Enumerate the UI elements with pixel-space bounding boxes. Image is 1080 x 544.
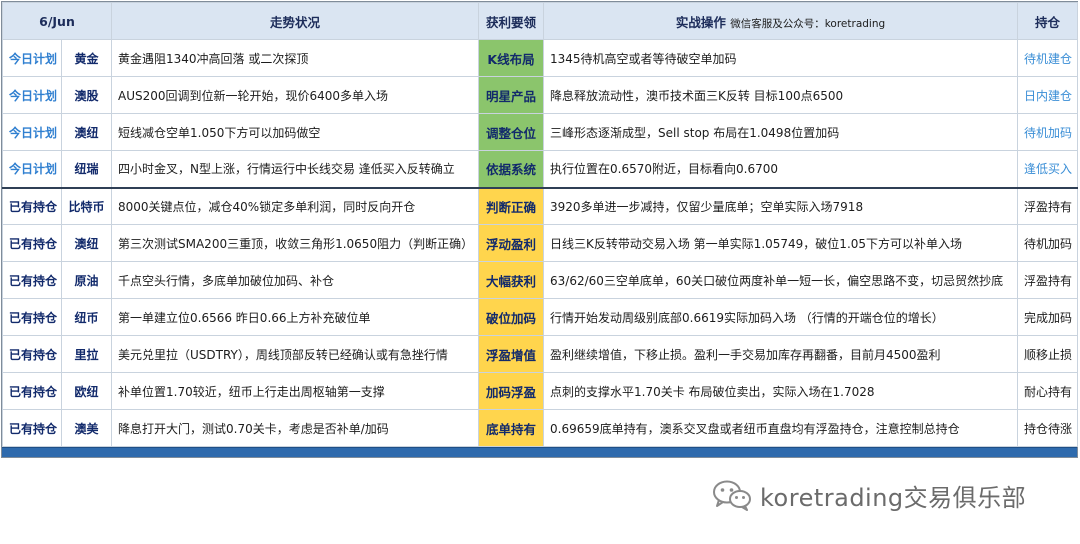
table-row: 已有持仓 欧纽 补单位置1.70较近，纽币上行走出周枢轴第一支撑 加码浮盈 点刺的支撑水… xyxy=(2,372,1078,410)
row-asset: 纽币 xyxy=(61,298,112,336)
row-asset: 澳纽 xyxy=(61,224,112,262)
row-status: 今日计划 xyxy=(2,76,62,114)
row-trend: 8000关键点位，减仓40%锁定多单利润，同时反向开仓 xyxy=(111,186,479,225)
row-key-point: 浮动盈利 xyxy=(478,224,544,262)
table-row: 已有持仓 原油 千点空头行情，多底单加破位加码、补仓 大幅获利 63/62/60三空单底… xyxy=(2,261,1078,299)
row-asset: 澳纽 xyxy=(61,113,112,151)
row-asset: 比特币 xyxy=(61,186,112,225)
header-action: 实战操作 微信客服及公众号：koretrading xyxy=(543,2,1018,40)
row-action: 执行位置在0.6570附近，目标看向0.6700 xyxy=(543,150,1018,188)
watermark: koretrading交易俱乐部 xyxy=(712,476,1026,514)
row-action: 三峰形态逐渐成型，Sell stop 布局在1.0498位置加码 xyxy=(543,113,1018,151)
row-trend: 第一单建立位0.6566 昨日0.66上方补充破位单 xyxy=(111,298,479,336)
row-position: 日内建仓 xyxy=(1017,76,1078,114)
row-trend: 黄金遇阻1340冲高回落 或二次探顶 xyxy=(111,39,479,77)
row-position: 浮盈持有 xyxy=(1017,261,1078,299)
header-key-points: 获利要领 xyxy=(478,2,544,40)
row-action: 63/62/60三空单底单，60关口破位两度补单一短一长，偏空思路不变，切忌贸然… xyxy=(543,261,1018,299)
table-row: 今日计划 澳纽 短线减仓空单1.050下方可以加码做空 调整仓位 三峰形态逐渐成型，Se… xyxy=(2,113,1078,151)
row-position: 浮盈持有 xyxy=(1017,186,1078,225)
row-asset: 原油 xyxy=(61,261,112,299)
row-action: 3920多单进一步减持，仅留少量底单；空单实际入场7918 xyxy=(543,186,1018,225)
table-row: 已有持仓 澳纽 第三次测试SMA200三重顶，收敛三角形1.0650阻力（判断正确）… xyxy=(2,224,1078,262)
row-asset: 欧纽 xyxy=(61,372,112,410)
row-position: 完成加码 xyxy=(1017,298,1078,336)
row-key-point: 调整仓位 xyxy=(478,113,544,151)
row-asset: 里拉 xyxy=(61,335,112,373)
row-position: 待机加码 xyxy=(1017,224,1078,262)
row-asset: 澳美 xyxy=(61,409,112,447)
row-trend: AUS200回调到位新一轮开始，现价6400多单入场 xyxy=(111,76,479,114)
row-status: 已有持仓 xyxy=(2,298,62,336)
table-row: 今日计划 黄金 黄金遇阻1340冲高回落 或二次探顶 K线布局 1345待机高空或者等待… xyxy=(2,39,1078,77)
row-action: 行情开始发动周级别底部0.6619实际加码入场 （行情的开端仓位的增长） xyxy=(543,298,1018,336)
watermark-text: koretrading交易俱乐部 xyxy=(760,483,1027,512)
row-trend: 美元兑里拉（USDTRY），周线顶部反转已经确认或有急挫行情 xyxy=(111,335,479,373)
row-key-point: K线布局 xyxy=(478,39,544,77)
row-key-point: 明星产品 xyxy=(478,76,544,114)
row-position: 待机加码 xyxy=(1017,113,1078,151)
row-asset: 纽瑞 xyxy=(61,150,112,188)
table-body: 今日计划 黄金 黄金遇阻1340冲高回落 或二次探顶 K线布局 1345待机高空或者等待… xyxy=(2,39,1078,447)
row-position: 耐心持有 xyxy=(1017,372,1078,410)
row-trend: 补单位置1.70较近，纽币上行走出周枢轴第一支撑 xyxy=(111,372,479,410)
row-status: 已有持仓 xyxy=(2,224,62,262)
row-action: 1345待机高空或者等待破空单加码 xyxy=(543,39,1018,77)
row-trend: 短线减仓空单1.050下方可以加码做空 xyxy=(111,113,479,151)
row-status: 今日计划 xyxy=(2,39,62,77)
row-status: 已有持仓 xyxy=(2,335,62,373)
trading-plan-table-container: 6/Jun 走势状况 获利要领 实战操作 微信客服及公众号：koretradin… xyxy=(1,1,1078,458)
header-action-label: 实战操作 xyxy=(675,14,726,30)
row-trend: 第三次测试SMA200三重顶，收敛三角形1.0650阻力（判断正确） xyxy=(111,224,479,262)
row-status: 已有持仓 xyxy=(2,186,62,225)
row-key-point: 底单持有 xyxy=(478,409,544,447)
table-row: 已有持仓 里拉 美元兑里拉（USDTRY），周线顶部反转已经确认或有急挫行情 浮盈增值… xyxy=(2,335,1078,373)
row-position: 待机建仓 xyxy=(1017,39,1078,77)
table-row: 已有持仓 纽币 第一单建立位0.6566 昨日0.66上方补充破位单 破位加码 行情开始… xyxy=(2,298,1078,336)
row-action: 盈利继续增值，下移止损。盈利一手交易加库存再翻番，目前月4500盈利 xyxy=(543,335,1018,373)
row-position: 逢低买入 xyxy=(1017,150,1078,188)
row-position: 持仓待涨 xyxy=(1017,409,1078,447)
row-key-point: 大幅获利 xyxy=(478,261,544,299)
trading-plan-table: 6/Jun 走势状况 获利要领 实战操作 微信客服及公众号：koretradin… xyxy=(2,2,1078,447)
table-header-row: 6/Jun 走势状况 获利要领 实战操作 微信客服及公众号：koretradin… xyxy=(2,2,1078,40)
header-date: 6/Jun xyxy=(2,2,112,40)
row-position: 顺移止损 xyxy=(1017,335,1078,373)
row-key-point: 加码浮盈 xyxy=(478,372,544,410)
row-key-point: 破位加码 xyxy=(478,298,544,336)
table-row: 已有持仓 澳美 降息打开大门，测试0.70关卡，考虑是否补单/加码 底单持有 0.696… xyxy=(2,409,1078,447)
table-row: 今日计划 澳股 AUS200回调到位新一轮开始，现价6400多单入场 明星产品 降息释放… xyxy=(2,76,1078,114)
header-wechat-note: 微信客服及公众号：koretrading xyxy=(730,17,886,30)
row-key-point: 判断正确 xyxy=(478,186,544,225)
row-action: 0.69659底单持有，澳系交叉盘或者纽币直盘均有浮盈持仓，注意控制总持仓 xyxy=(543,409,1018,447)
table-row: 今日计划 纽瑞 四小时金叉，N型上涨，行情运行中长线交易 逢低买入反转确立 依据系统执… xyxy=(2,150,1078,188)
row-action: 点刺的支撑水平1.70关卡 布局破位卖出，实际入场在1.7028 xyxy=(543,372,1018,410)
row-status: 今日计划 xyxy=(2,113,62,151)
row-key-point: 浮盈增值 xyxy=(478,335,544,373)
row-status: 今日计划 xyxy=(2,150,62,188)
row-trend: 降息打开大门，测试0.70关卡，考虑是否补单/加码 xyxy=(111,409,479,447)
row-action: 日线三K反转带动交易入场 第一单实际1.05749，破位1.05下方可以补单入场 xyxy=(543,224,1018,262)
row-action: 降息释放流动性，澳币技术面三K反转 目标100点6500 xyxy=(543,76,1018,114)
row-asset: 澳股 xyxy=(61,76,112,114)
row-status: 已有持仓 xyxy=(2,372,62,410)
row-status: 已有持仓 xyxy=(2,261,62,299)
wechat-icon xyxy=(713,480,751,511)
table-row: 已有持仓 比特币 8000关键点位，减仓40%锁定多单利润，同时反向开仓 判断正确 39… xyxy=(2,186,1078,225)
header-trend: 走势状况 xyxy=(111,2,479,40)
table-footer-bar xyxy=(2,447,1077,457)
row-key-point: 依据系统 xyxy=(478,150,544,188)
row-trend: 千点空头行情，多底单加破位加码、补仓 xyxy=(111,261,479,299)
row-trend: 四小时金叉，N型上涨，行情运行中长线交易 逢低买入反转确立 xyxy=(111,150,479,188)
header-position: 持仓 xyxy=(1017,2,1078,40)
row-asset: 黄金 xyxy=(61,39,112,77)
row-status: 已有持仓 xyxy=(2,409,62,447)
